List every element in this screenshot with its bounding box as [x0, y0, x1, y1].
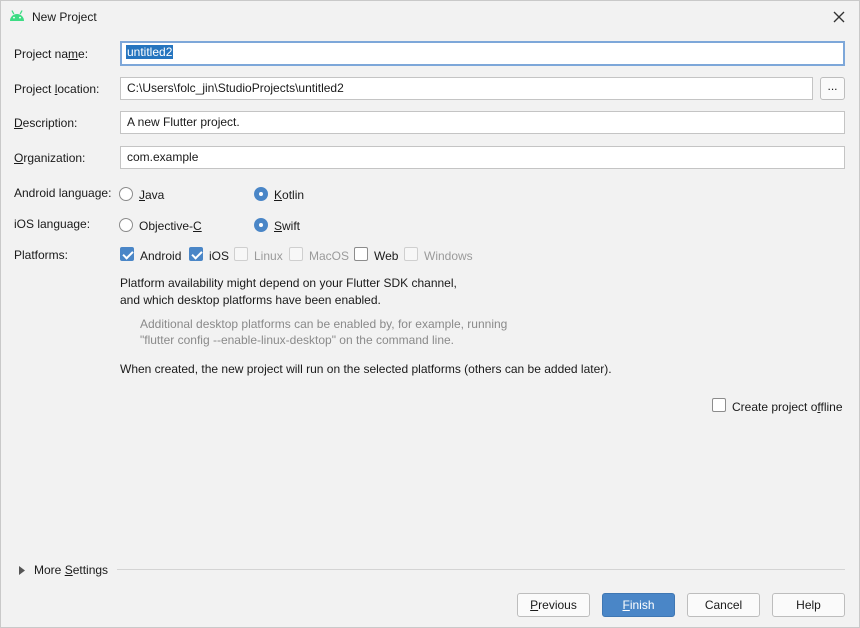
platform-android-label[interactable]: Android — [140, 249, 181, 263]
platforms-label: Platforms: — [14, 248, 69, 262]
platform-linux-label: Linux — [254, 249, 283, 263]
window-title: New Project — [32, 10, 97, 24]
organization-input[interactable]: com.example — [120, 146, 845, 169]
organization-label: Organization: — [14, 151, 86, 165]
organization-value: com.example — [127, 150, 199, 164]
project-location-label: Project location: — [14, 82, 100, 96]
ios-swift-label[interactable]: Swift — [274, 219, 300, 233]
close-button[interactable] — [829, 7, 849, 27]
finish-button[interactable]: Finish — [602, 593, 675, 617]
create-offline-label[interactable]: Create project offline — [732, 400, 843, 414]
platform-ios-checkbox[interactable] — [189, 247, 203, 261]
ios-objc-radio[interactable] — [119, 218, 133, 232]
description-value: A new Flutter project. — [127, 115, 240, 129]
availability-note-line2: and which desktop platforms have been en… — [120, 293, 381, 307]
description-label: Description: — [14, 116, 78, 130]
browse-location-button[interactable]: ... — [820, 77, 845, 100]
close-icon — [833, 11, 845, 23]
platform-macos-checkbox[interactable] — [289, 247, 303, 261]
android-icon — [9, 10, 25, 25]
desktop-hint-line1: Additional desktop platforms can be enab… — [140, 317, 508, 331]
desktop-hint-line2: "flutter config --enable-linux-desktop" … — [140, 333, 455, 347]
ios-language-label: iOS language: — [14, 217, 91, 231]
previous-button[interactable]: Previous — [517, 593, 590, 617]
cancel-button[interactable]: Cancel — [687, 593, 760, 617]
android-language-label: Android language: — [14, 186, 112, 200]
platform-macos-label: MacOS — [309, 249, 350, 263]
availability-note-line1: Platform availability might depend on yo… — [120, 276, 457, 290]
more-settings-divider — [117, 569, 845, 570]
description-input[interactable]: A new Flutter project. — [120, 111, 845, 134]
project-location-input[interactable]: C:\Users\folc_jin\StudioProjects\untitle… — [120, 77, 813, 100]
new-project-dialog: New Project Project name: untitled2 Proj… — [0, 0, 860, 628]
help-button[interactable]: Help — [772, 593, 845, 617]
android-kotlin-radio[interactable] — [254, 187, 268, 201]
android-java-radio[interactable] — [119, 187, 133, 201]
platform-android-checkbox[interactable] — [120, 247, 134, 261]
platform-web-label[interactable]: Web — [374, 249, 398, 263]
project-name-input[interactable]: untitled2 — [120, 41, 845, 66]
project-location-value: C:\Users\folc_jin\StudioProjects\untitle… — [127, 81, 344, 95]
ios-swift-radio[interactable] — [254, 218, 268, 232]
project-name-label: Project name: — [14, 47, 89, 61]
android-java-label[interactable]: Java — [139, 188, 164, 202]
platform-ios-label[interactable]: iOS — [209, 249, 229, 263]
platform-windows-checkbox[interactable] — [404, 247, 418, 261]
create-offline-checkbox[interactable] — [712, 398, 726, 412]
chevron-right-icon[interactable] — [19, 564, 25, 578]
more-settings-toggle[interactable]: More Settings — [34, 563, 108, 577]
ios-objc-label[interactable]: Objective-C — [139, 219, 202, 233]
platform-web-checkbox[interactable] — [354, 247, 368, 261]
project-name-value: untitled2 — [126, 45, 174, 59]
platform-linux-checkbox[interactable] — [234, 247, 248, 261]
when-created-note: When created, the new project will run o… — [120, 362, 612, 376]
title-bar: New Project — [1, 1, 859, 33]
platform-windows-label: Windows — [424, 249, 473, 263]
android-kotlin-label[interactable]: Kotlin — [274, 188, 304, 202]
